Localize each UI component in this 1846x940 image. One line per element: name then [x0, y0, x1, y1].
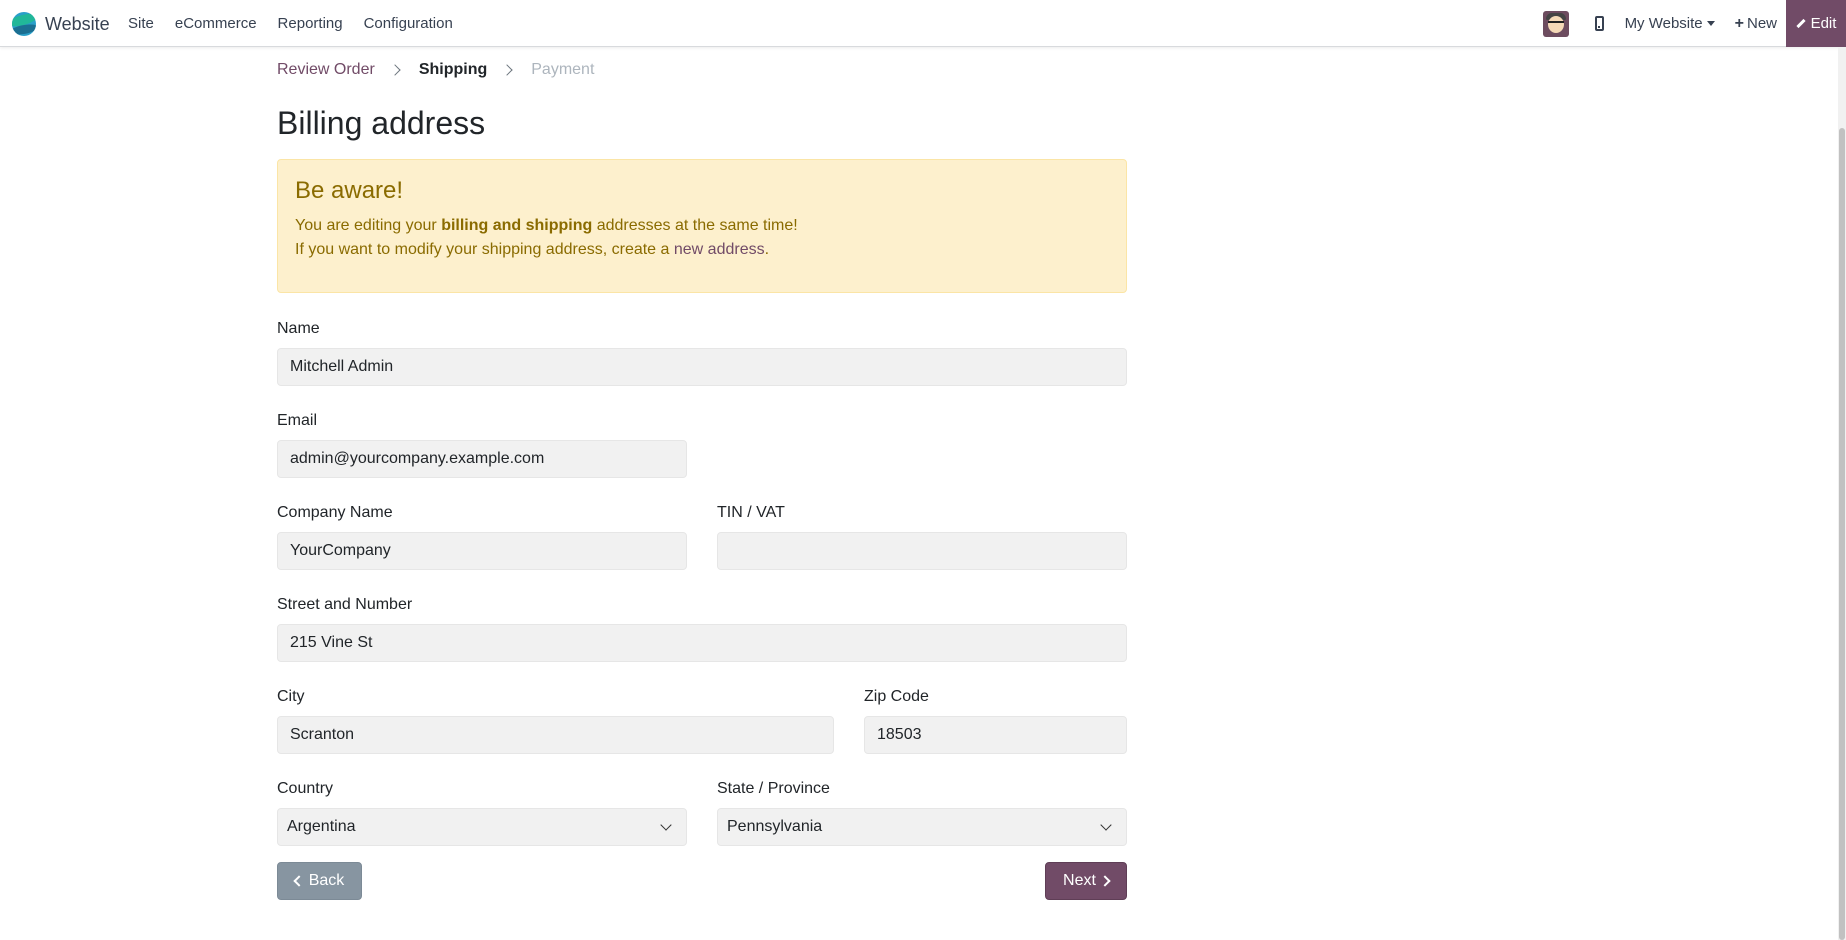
user-avatar[interactable]	[1542, 10, 1569, 37]
zip-label: Zip Code	[864, 688, 929, 705]
brand-name: Website	[45, 13, 110, 34]
navbar-right-tools: My Website + New Edit	[1542, 0, 1846, 47]
chevron-right-icon	[501, 64, 513, 76]
new-content-label: New	[1746, 15, 1777, 32]
zip-input[interactable]: 18503	[864, 716, 1127, 754]
street-label: Street and Number	[277, 596, 413, 613]
alert-line-2: If you want to modify your shipping addr…	[295, 241, 1109, 259]
menu-configuration[interactable]: Configuration	[364, 15, 453, 32]
menu-ecommerce[interactable]: eCommerce	[175, 15, 257, 32]
chevron-right-icon	[389, 64, 401, 76]
page-title: Billing address	[277, 105, 486, 141]
state-select[interactable]: Pennsylvania	[717, 808, 1127, 846]
chevron-down-icon	[1100, 819, 1112, 831]
state-selected-value: Pennsylvania	[727, 818, 823, 835]
warning-alert: Be aware! You are editing your billing a…	[277, 159, 1127, 293]
state-label: State / Province	[717, 780, 830, 797]
edit-label: Edit	[1810, 15, 1837, 32]
new-content-button[interactable]: + New	[1735, 15, 1777, 33]
alert-text: You are editing your	[295, 217, 442, 234]
chevron-right-icon	[1099, 875, 1111, 887]
new-address-link[interactable]: new address	[674, 241, 765, 258]
city-label: City	[277, 688, 305, 705]
pencil-icon	[1795, 18, 1806, 29]
step-review-order[interactable]: Review Order	[277, 61, 375, 79]
country-select[interactable]: Argentina	[277, 808, 687, 846]
odoo-website-logo-icon	[12, 12, 36, 36]
city-input[interactable]: Scranton	[277, 716, 834, 754]
top-navbar: Website Site eCommerce Reporting Configu…	[0, 0, 1846, 47]
step-payment: Payment	[531, 61, 595, 78]
next-button[interactable]: Next	[1045, 862, 1127, 900]
country-selected-value: Argentina	[287, 818, 356, 835]
alert-text: .	[764, 241, 770, 258]
edit-button[interactable]: Edit	[1786, 0, 1846, 47]
alert-text: addresses at the same time!	[592, 217, 798, 234]
name-input[interactable]: Mitchell Admin	[277, 348, 1127, 386]
page-scrollbar-thumb[interactable]	[1839, 128, 1845, 940]
plus-icon: +	[1734, 14, 1744, 32]
alert-emphasis: billing and shipping	[441, 217, 593, 234]
name-label: Name	[277, 320, 320, 337]
website-switcher[interactable]: My Website	[1625, 15, 1715, 32]
mobile-preview-icon[interactable]	[1594, 16, 1604, 31]
avatar-glasses	[1547, 20, 1564, 25]
email-label: Email	[277, 412, 318, 429]
back-label: Back	[308, 872, 345, 889]
alert-text: If you want to modify your shipping addr…	[295, 241, 674, 258]
alert-title: Be aware!	[295, 177, 404, 204]
vat-label: TIN / VAT	[717, 504, 785, 521]
caret-down-icon	[1706, 21, 1715, 26]
vat-input[interactable]	[717, 532, 1127, 570]
company-name-input[interactable]: YourCompany	[277, 532, 687, 570]
menu-site[interactable]: Site	[128, 15, 154, 32]
next-label: Next	[1063, 872, 1096, 889]
website-switcher-label: My Website	[1624, 15, 1703, 32]
alert-line-1: You are editing your billing and shippin…	[295, 217, 1109, 235]
street-input[interactable]: 215 Vine St	[277, 624, 1127, 662]
brand[interactable]: Website	[12, 11, 110, 37]
chevron-left-icon	[293, 875, 305, 887]
top-menu: Site eCommerce Reporting Configuration	[128, 0, 474, 47]
country-label: Country	[277, 780, 334, 797]
company-name-label: Company Name	[277, 504, 393, 521]
menu-reporting[interactable]: Reporting	[278, 15, 343, 32]
chevron-down-icon	[660, 819, 672, 831]
step-shipping: Shipping	[418, 61, 488, 78]
back-button[interactable]: Back	[277, 862, 362, 900]
email-input[interactable]: admin@yourcompany.example.com	[277, 440, 687, 478]
checkout-progress: Review Order Shipping Payment	[277, 60, 594, 80]
